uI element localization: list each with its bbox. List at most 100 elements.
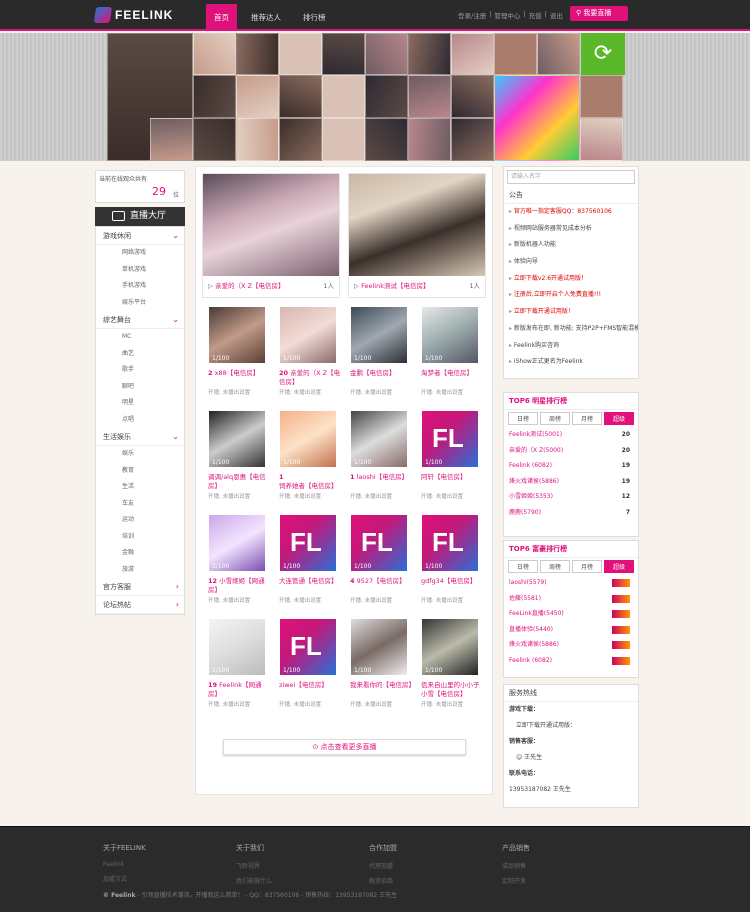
ranking-tab[interactable]: 日榜 — [508, 560, 538, 573]
nav-recommended[interactable]: 推荐达人 — [243, 4, 289, 31]
ranking-tab[interactable]: 日榜 — [508, 412, 538, 425]
banner-photo[interactable] — [494, 33, 537, 75]
notice-item[interactable]: 新版机器人功能 — [504, 237, 638, 254]
banner-photo[interactable] — [494, 75, 580, 161]
banner-photo[interactable] — [365, 118, 408, 161]
subcategory-item[interactable]: MC — [96, 329, 184, 346]
stream-thumbnail[interactable]: FL 1/100 — [280, 619, 336, 675]
stream-card[interactable]: FL 1/100 gdfg34【电信房】 开播: 未播出设置 — [413, 515, 483, 619]
subcategory-item[interactable]: 教育 — [96, 463, 184, 480]
stream-name[interactable]: 1 饲养她者【电信房】 — [279, 473, 341, 491]
footer-link[interactable]: Feelink — [103, 861, 146, 868]
notice-item[interactable]: 注册后,立即开启个人免费直播!!! — [504, 287, 638, 304]
subcategory-item[interactable]: 金融 — [96, 545, 184, 562]
notice-item[interactable]: 立即下载v2.6开通试用版！ — [504, 271, 638, 288]
stream-card[interactable]: FL 1/100 ziwei【电信房】 开播: 未播出设置 — [271, 619, 341, 723]
stream-card[interactable]: FL 1/100 阿轩【电信房】 开播: 未播出设置 — [413, 411, 483, 515]
stream-name[interactable]: 金鹏【电信房】 — [350, 369, 412, 387]
stream-card[interactable]: 1/100 1 laoshi【电信房】 开播: 未播出设置 — [342, 411, 412, 515]
stream-name[interactable]: 淘梦者【电信房】 — [421, 369, 483, 387]
ranking-tab[interactable]: 周榜 — [540, 412, 570, 425]
stream-name[interactable]: gdfg34【电信房】 — [421, 577, 483, 595]
stream-name[interactable]: 12 小雪姬姬【网通房】 — [208, 577, 270, 595]
stream-card[interactable]: 1/100 12 小雪姬姬【网通房】 开播: 未播出设置 — [200, 515, 270, 619]
subcategory-item[interactable]: 单机游戏 — [96, 262, 184, 279]
stream-thumbnail[interactable]: 1/100 — [422, 619, 478, 675]
stream-thumbnail[interactable]: 1/100 — [209, 307, 265, 363]
footer-link[interactable]: 代理加盟 — [369, 861, 397, 870]
category-item[interactable]: 综艺舞台 ⌄ — [96, 311, 184, 329]
featured-stream[interactable]: ▷ Feelink测试【电信房】 1人 — [348, 173, 486, 298]
banner-photo[interactable] — [279, 118, 322, 161]
admin-link[interactable]: 管理中心 — [494, 10, 520, 20]
ranking-item[interactable]: 小雪姬姬(5353) 12 — [504, 489, 638, 505]
stream-card[interactable]: 1/100 金鹏【电信房】 开播: 未播出设置 — [342, 307, 412, 411]
stream-thumbnail[interactable]: 1/100 — [280, 411, 336, 467]
stream-name[interactable]: 2 x88【电信房】 — [208, 369, 270, 387]
category-item[interactable]: 生活娱乐 ⌄ — [96, 428, 184, 446]
stream-name[interactable]: 阿轩【电信房】 — [421, 473, 483, 491]
ranking-item[interactable]: laoshi(5579) — [504, 575, 638, 591]
banner-photo[interactable] — [279, 75, 322, 118]
subcategory-item[interactable]: 手机游戏 — [96, 278, 184, 295]
featured-thumbnail[interactable] — [203, 174, 339, 276]
ranking-item[interactable]: 亲爱的（X Z(5000) 20 — [504, 443, 638, 459]
stream-name[interactable]: 1 laoshi【电信房】 — [350, 473, 412, 491]
banner-photo[interactable] — [236, 118, 279, 161]
ranking-item[interactable]: Feelink (6082) 19 — [504, 458, 638, 474]
ranking-item[interactable]: 鹿鹿(5790) 7 — [504, 505, 638, 521]
notice-item[interactable]: iShow正式更名为Feelink — [504, 354, 638, 371]
banner-photo[interactable] — [408, 33, 451, 75]
banner-photo[interactable] — [580, 118, 623, 161]
search-input[interactable]: 请输入名字 — [507, 170, 635, 184]
subcategory-item[interactable]: 歌手 — [96, 362, 184, 379]
ranking-tab[interactable]: 月榜 — [572, 412, 602, 425]
banner-photo[interactable] — [451, 118, 494, 161]
subcategory-item[interactable]: 生活 — [96, 479, 184, 496]
notice-item[interactable]: 新版发布在即, 新功能: 支持P2P+FMS智能混模式传输!!! — [504, 321, 638, 338]
ranking-item[interactable]: 烽火戏诸侯(5886) 19 — [504, 474, 638, 490]
banner-photo[interactable] — [193, 33, 236, 75]
stream-thumbnail[interactable]: 1/100 — [422, 307, 478, 363]
banner-photo[interactable] — [451, 33, 494, 75]
ranking-tab[interactable]: 超级 — [604, 560, 634, 573]
load-more-button[interactable]: ⊙ 点击查看更多直播 — [223, 739, 466, 755]
stream-card[interactable]: 1/100 调调/alq恩惠【电信房】 开播: 未播出设置 — [200, 411, 270, 515]
stream-card[interactable]: FL 1/100 4 9527【电信房】 开播: 未播出设置 — [342, 515, 412, 619]
ranking-item[interactable]: Feelink测试(5001) 20 — [504, 427, 638, 443]
ranking-tab[interactable]: 超级 — [604, 412, 634, 425]
login-link[interactable]: 登录/注册 — [458, 10, 486, 20]
category-item[interactable]: 游戏休闲 ⌄ — [96, 227, 184, 245]
banner-photo[interactable] — [236, 33, 279, 75]
stream-card[interactable]: 1/100 20 亲爱的（X Z【电信房】 开播: 未播出设置 — [271, 307, 341, 411]
category-item[interactable]: 论坛热帖 › — [96, 596, 184, 614]
subcategory-item[interactable]: 车友 — [96, 496, 184, 513]
subcategory-item[interactable]: 娱乐 — [96, 446, 184, 463]
ranking-item[interactable]: Feelink (6082) — [504, 653, 638, 669]
banner-photo[interactable] — [365, 75, 408, 118]
ranking-item[interactable]: 佐藤(5581) — [504, 591, 638, 607]
stream-card[interactable]: 1/100 我来看你的【电信房】 开播: 未播出设置 — [342, 619, 412, 723]
subcategory-item[interactable]: 旅游 — [96, 562, 184, 579]
banner-photo[interactable] — [365, 33, 408, 75]
service-contact[interactable]: ☺ 王先生 — [504, 750, 638, 766]
banner-photo[interactable] — [193, 118, 236, 161]
stream-name[interactable]: ziwei【电信房】 — [279, 681, 341, 699]
footer-link[interactable]: 加盟方式 — [103, 874, 146, 883]
notice-item[interactable]: 视频网站服务器常见成本分析 — [504, 221, 638, 238]
nav-home[interactable]: 首页 — [206, 4, 237, 31]
stream-thumbnail[interactable]: 1/100 — [209, 619, 265, 675]
banner-photo[interactable] — [537, 33, 580, 75]
ranking-tab[interactable]: 月榜 — [572, 560, 602, 573]
stream-card[interactable]: FL 1/100 大连管通【电信房】 开播: 未播出设置 — [271, 515, 341, 619]
featured-name[interactable]: 亲爱的（X Z【电信房】 — [215, 282, 284, 290]
stream-card[interactable]: 1/100 1 饲养她者【电信房】 开播: 未播出设置 — [271, 411, 341, 515]
stream-name[interactable]: 大连管通【电信房】 — [279, 577, 341, 595]
notice-item[interactable]: Feelink购买咨询 — [504, 338, 638, 355]
stream-name[interactable]: 佤来自山里的小小子小雪【电信房】 — [421, 681, 483, 699]
footer-link[interactable]: 我们能做什么 — [236, 876, 272, 885]
recharge-link[interactable]: 充值 — [529, 10, 542, 20]
notice-item[interactable]: 立即下载开通试用版！ — [504, 304, 638, 321]
stream-thumbnail[interactable]: 1/100 — [351, 411, 407, 467]
stream-thumbnail[interactable]: 1/100 — [280, 307, 336, 363]
